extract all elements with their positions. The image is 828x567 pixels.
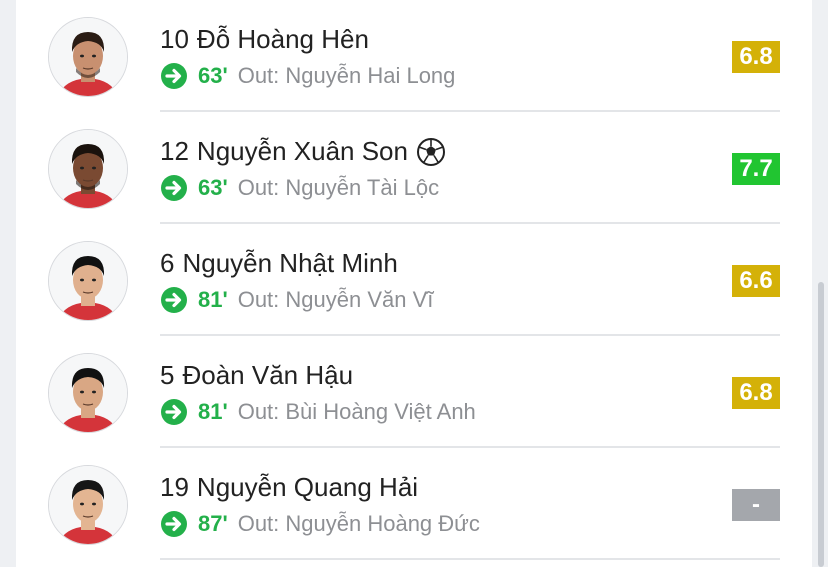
substitution-minute: 81' xyxy=(198,399,228,424)
player-avatar[interactable] xyxy=(48,17,128,97)
substituted-out-player: Out: Nguyễn Tài Lộc xyxy=(237,175,440,200)
substituted-out-player: Out: Bùi Hoàng Việt Anh xyxy=(237,399,476,424)
soccer-ball-icon xyxy=(416,137,446,167)
substitution-info: 63' Out: Nguyễn Tài Lộc xyxy=(160,174,439,202)
substitution-info: 87' Out: Nguyễn Hoàng Đức xyxy=(160,510,480,538)
substitution-in-arrow-icon xyxy=(160,62,188,90)
player-number: 10 xyxy=(160,24,189,54)
player-row[interactable]: 5 Đoàn Văn Hậu 81' Out: Bùi Hoàng Việt Anh… xyxy=(16,336,812,448)
substitution-info: 81' Out: Nguyễn Văn Vĩ xyxy=(160,286,433,314)
player-name[interactable]: Nguyễn Nhật Minh xyxy=(182,248,397,279)
player-number: 12 xyxy=(160,136,189,166)
substitution-minute: 63' xyxy=(198,63,228,88)
player-rating-badge[interactable]: - xyxy=(732,489,780,521)
substitution-minute: 87' xyxy=(198,511,228,536)
scrollbar[interactable] xyxy=(818,282,824,567)
substitution-minute: 81' xyxy=(198,287,228,312)
player-name-line[interactable]: 12 Nguyễn Xuân Son xyxy=(160,136,446,167)
substitution-in-arrow-icon xyxy=(160,174,188,202)
player-number: 19 xyxy=(160,472,189,502)
player-avatar[interactable] xyxy=(48,353,128,433)
substitution-info: 81' Out: Bùi Hoàng Việt Anh xyxy=(160,398,476,426)
player-avatar[interactable] xyxy=(48,241,128,321)
player-row[interactable]: 12 Nguyễn Xuân Son 63' Out: Nguyễn Tài Lộc… xyxy=(16,112,812,224)
player-row[interactable]: 10 Đỗ Hoàng Hên 63' Out: Nguyễn Hai Long 6.… xyxy=(16,0,812,112)
player-name-line[interactable]: 10 Đỗ Hoàng Hên xyxy=(160,24,369,55)
substituted-out-player: Out: Nguyễn Văn Vĩ xyxy=(237,287,434,312)
player-row[interactable]: 19 Nguyễn Quang Hải 87' Out: Nguyễn Hoàng … xyxy=(16,448,812,560)
player-name[interactable]: Nguyễn Quang Hải xyxy=(197,472,418,503)
player-name[interactable]: Nguyễn Xuân Son xyxy=(197,136,408,167)
player-avatar[interactable] xyxy=(48,129,128,209)
player-number: 6 xyxy=(160,248,175,278)
substitution-in-arrow-icon xyxy=(160,510,188,538)
substitution-info: 63' Out: Nguyễn Hai Long xyxy=(160,62,455,90)
player-avatar[interactable] xyxy=(48,465,128,545)
substitution-minute: 63' xyxy=(198,175,228,200)
player-rating-badge[interactable]: 6.6 xyxy=(732,265,780,297)
substituted-out-player: Out: Nguyễn Hai Long xyxy=(237,63,456,88)
substitution-in-arrow-icon xyxy=(160,286,188,314)
player-name-line[interactable]: 5 Đoàn Văn Hậu xyxy=(160,360,353,391)
player-row[interactable]: 6 Nguyễn Nhật Minh 81' Out: Nguyễn Văn Vĩ 6… xyxy=(16,224,812,336)
player-rating-badge[interactable]: 6.8 xyxy=(732,377,780,409)
player-rating-badge[interactable]: 6.8 xyxy=(732,41,780,73)
player-name-line[interactable]: 6 Nguyễn Nhật Minh xyxy=(160,248,398,279)
substitution-in-arrow-icon xyxy=(160,398,188,426)
player-number: 5 xyxy=(160,360,175,390)
row-divider xyxy=(160,558,780,560)
substituted-out-player: Out: Nguyễn Hoàng Đức xyxy=(237,511,480,536)
player-name-line[interactable]: 19 Nguyễn Quang Hải xyxy=(160,472,418,503)
player-name[interactable]: Đỗ Hoàng Hên xyxy=(197,24,369,55)
player-name[interactable]: Đoàn Văn Hậu xyxy=(182,360,353,391)
player-rating-badge[interactable]: 7.7 xyxy=(732,153,780,185)
